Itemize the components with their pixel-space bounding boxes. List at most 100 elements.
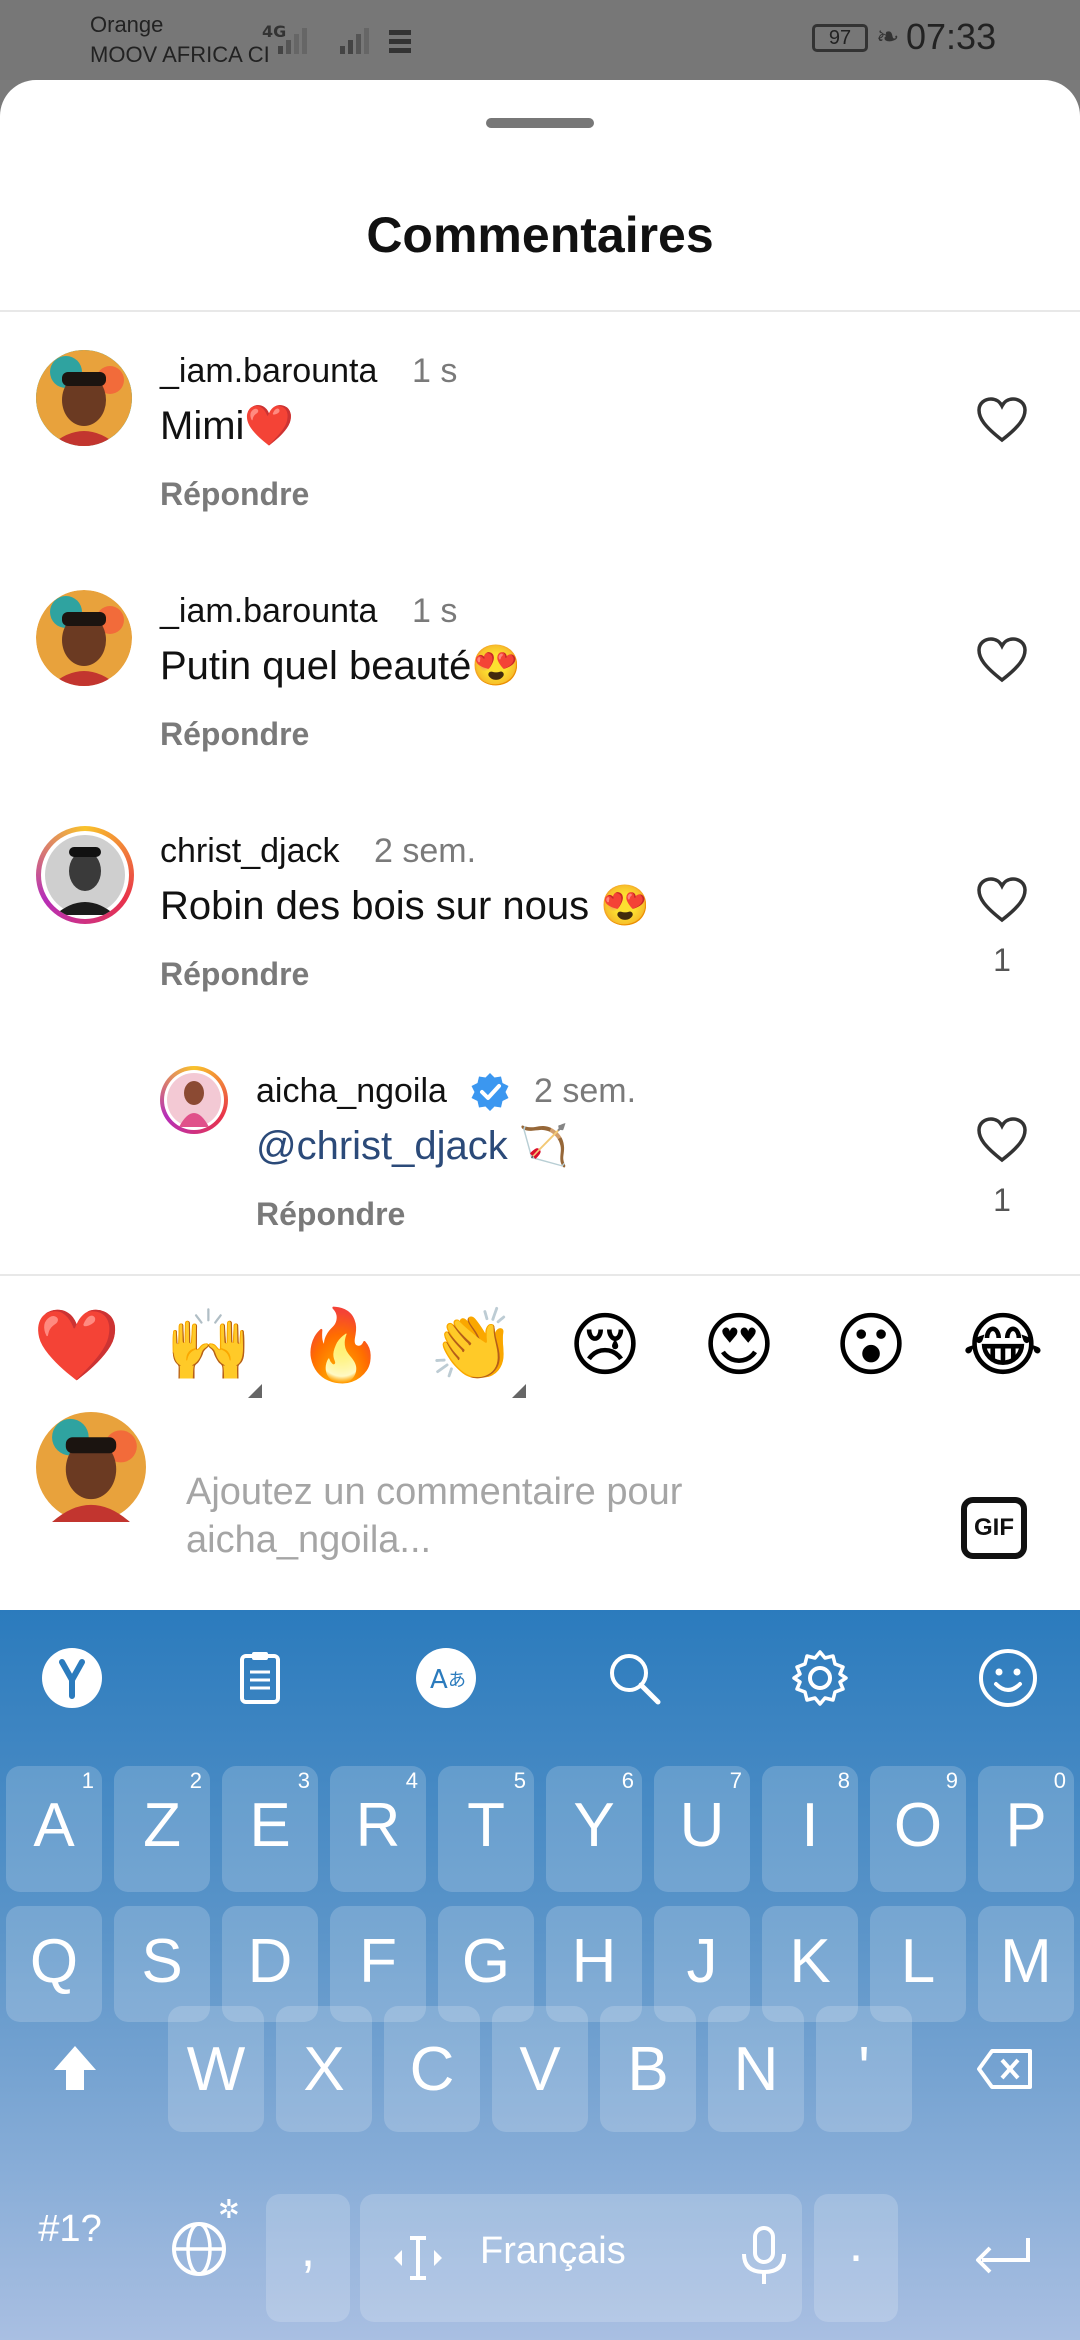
gif-button[interactable]: GIF [961,1497,1027,1559]
clipboard-icon[interactable] [228,1646,292,1710]
key-label: B [627,2035,669,2104]
emoji-heart-button[interactable]: ❤️ [32,1300,122,1390]
data-saver-icon [389,30,411,53]
avatar-story-ring[interactable] [36,826,134,924]
settings-gear-icon[interactable] [788,1646,852,1710]
reply-button[interactable]: Répondre [160,716,309,753]
key-r[interactable]: 4R [330,1766,426,1892]
svg-text:A: A [430,1665,448,1695]
avatar-image [45,835,125,915]
globe-icon [172,2222,226,2276]
emoji-crying-button[interactable]: 😢 [560,1300,650,1390]
key-i[interactable]: 8I [762,1766,858,1892]
cursor-move-icon [394,2236,442,2280]
key-label: L [900,1927,936,1996]
drag-handle[interactable] [486,118,594,128]
comment-username[interactable]: _iam.barounta [160,352,377,391]
avatar[interactable] [36,590,132,686]
emoji-laughing-button[interactable]: 😂 [958,1300,1048,1390]
space-language-label: Français [480,2230,626,2272]
comment-username[interactable]: aicha_ngoila [256,1072,447,1111]
key-f[interactable]: F [330,1906,426,2022]
key-m[interactable]: M [978,1906,1074,2022]
mention-link[interactable]: @christ_djack [256,1124,508,1168]
emoji-raised-hands-button[interactable]: 🙌 [164,1300,254,1390]
composer-avatar [36,1412,146,1522]
key-e[interactable]: 3E [222,1766,318,1892]
key-label: S [141,1927,183,1996]
key-t[interactable]: 5T [438,1766,534,1892]
search-icon[interactable] [602,1646,666,1710]
avatar-image [167,1073,221,1127]
key-d[interactable]: D [222,1906,318,2022]
key-y[interactable]: 6Y [546,1766,642,1892]
shift-arrow-icon [54,2046,96,2090]
key-label: N [733,2035,779,2104]
shift-key[interactable] [6,2006,144,2132]
reply-button[interactable]: Répondre [160,476,309,513]
comment-item: christ_djack 2 sem. Robin des bois sur n… [0,820,1080,1020]
comment-username[interactable]: _iam.barounta [160,592,377,631]
avatar-image [36,1412,146,1522]
emoji-smiley-icon[interactable] [976,1646,1040,1710]
like-heart-icon[interactable] [976,1116,1028,1164]
language-globe-key[interactable]: ✲ [140,2194,258,2304]
key-a[interactable]: 1A [6,1766,102,1892]
like-heart-icon[interactable] [976,876,1028,924]
key-label: V [519,2035,561,2104]
battery-indicator: 97 [812,24,868,52]
key-b[interactable]: B [600,2006,696,2132]
emoji-clapping-button[interactable]: 👏 [428,1300,518,1390]
key-k[interactable]: K [762,1906,858,2022]
key-s[interactable]: S [114,1906,210,2022]
key-o[interactable]: 9O [870,1766,966,1892]
reply-button[interactable]: Répondre [256,1196,405,1233]
comment-text: Robin des bois sur nous 😍 [160,884,651,928]
period-key[interactable]: . [814,2194,898,2322]
symbols-key[interactable]: #1? [18,2208,122,2251]
like-heart-icon[interactable] [976,396,1028,444]
key-u[interactable]: 7U [654,1766,750,1892]
like-heart-icon[interactable] [976,636,1028,684]
key-apostrophe[interactable]: ' [816,2006,912,2132]
quick-emoji-bar: ❤️ 🙌 🔥 👏 😢 😍 😮 😂 [0,1290,1080,1402]
key-g[interactable]: G [438,1906,534,2022]
key-label: Q [29,1927,79,1996]
key-w[interactable]: W [168,2006,264,2132]
key-n[interactable]: N [708,2006,804,2132]
comment-input[interactable]: Ajoutez un commentaire pour aicha_ngoila… [186,1468,786,1564]
key-l[interactable]: L [870,1906,966,2022]
yandex-logo-icon[interactable] [40,1646,104,1710]
comment-username[interactable]: christ_djack [160,832,340,871]
key-c[interactable]: C [384,2006,480,2132]
key-p[interactable]: 0P [978,1766,1074,1892]
key-label: Y [573,1791,615,1860]
key-label: J [686,1927,718,1996]
comment-item: _iam.barounta 1 s Mimi❤️ Répondre [0,340,1080,540]
key-x[interactable]: X [276,2006,372,2132]
key-j[interactable]: J [654,1906,750,2022]
emoji-fire-button[interactable]: 🔥 [296,1300,386,1390]
key-h[interactable]: H [546,1906,642,2022]
key-label: R [355,1791,401,1860]
key-label: T [467,1791,505,1860]
avatar-story-ring[interactable] [160,1066,228,1134]
key-z[interactable]: 2Z [114,1766,210,1892]
composer-divider [0,1274,1080,1276]
comma-key[interactable]: , [266,2194,350,2322]
avatar[interactable] [36,350,132,446]
key-v[interactable]: V [492,2006,588,2132]
clock: 07:33 [906,16,997,57]
header-divider [0,310,1080,312]
svg-text:あ: あ [448,1670,466,1691]
microphone-key[interactable] [726,2194,802,2322]
enter-key[interactable] [930,2194,1074,2322]
backspace-key[interactable] [930,2006,1074,2132]
key-q[interactable]: Q [6,1906,102,2022]
emoji-heart-eyes-button[interactable]: 😍 [694,1300,784,1390]
emoji-surprised-button[interactable]: 😮 [826,1300,916,1390]
key-label: W [186,2035,246,2104]
key-label: F [359,1927,397,1996]
reply-button[interactable]: Répondre [160,956,309,993]
translate-icon[interactable]: A あ [414,1646,478,1710]
